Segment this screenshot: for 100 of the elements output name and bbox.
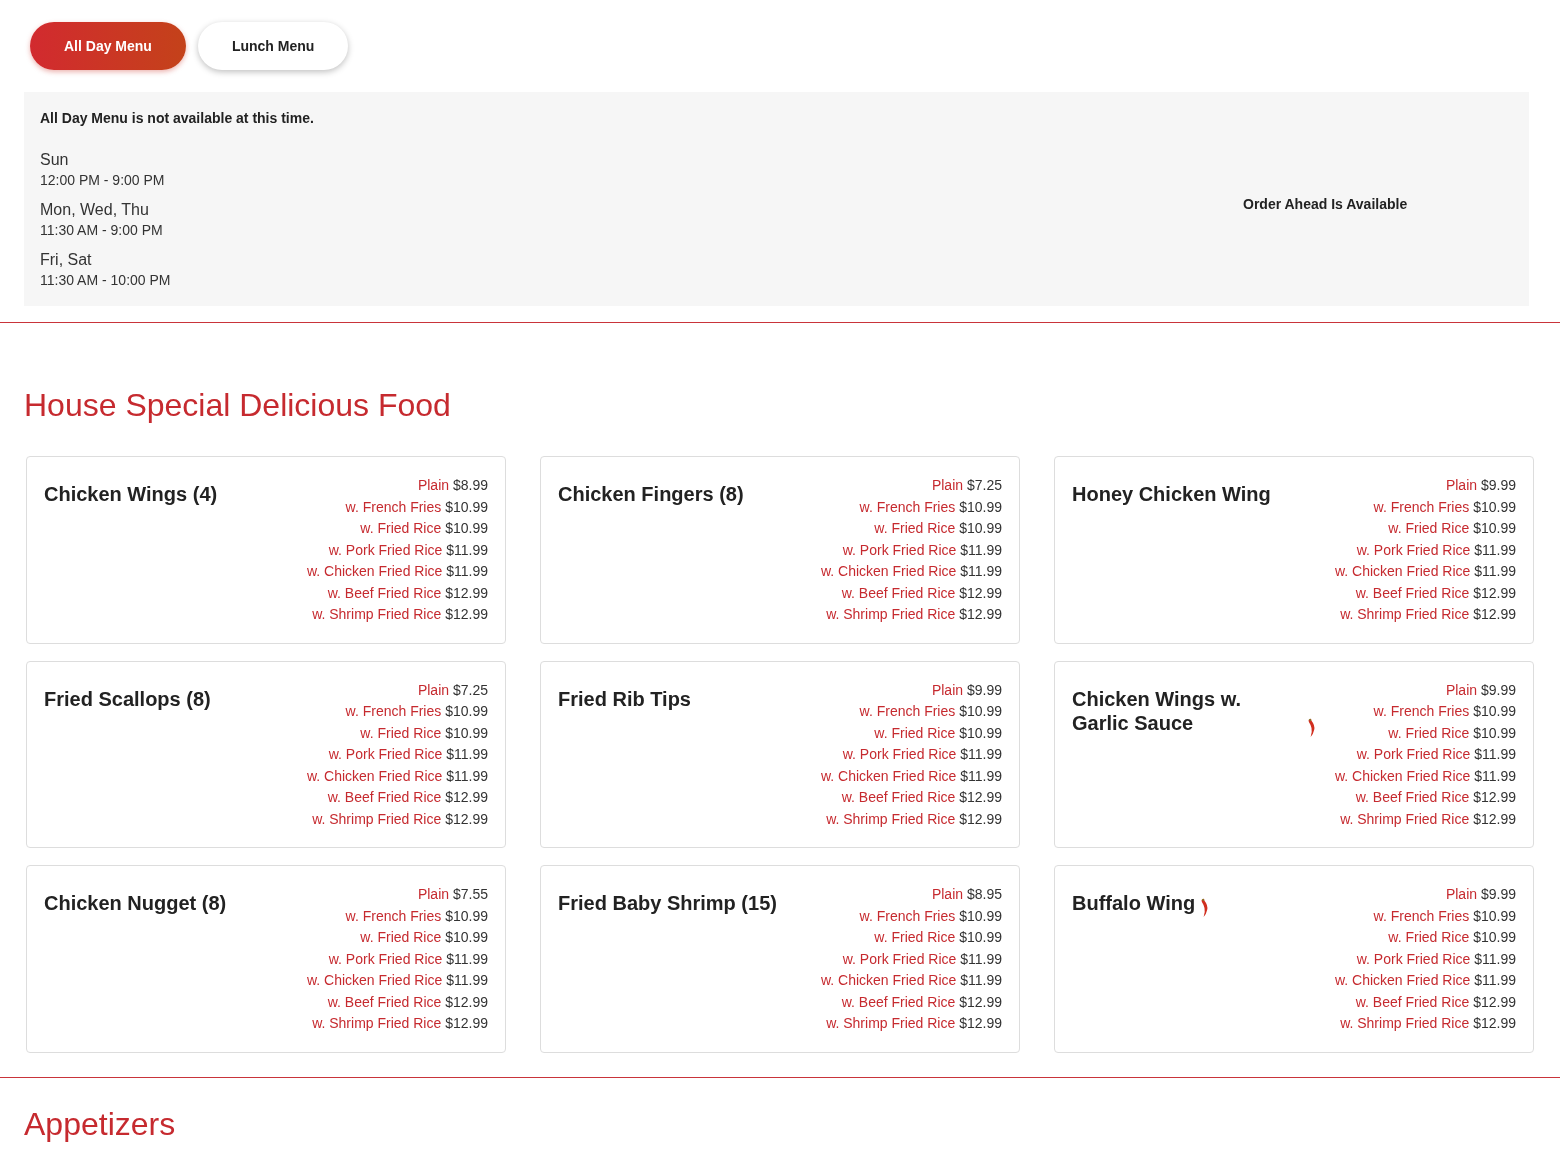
price-amount: $12.99 — [959, 606, 1002, 622]
chili-pepper-icon — [1307, 716, 1316, 739]
hours-time: 12:00 PM - 9:00 PM — [40, 172, 166, 188]
price-amount: $9.99 — [966, 681, 1002, 698]
menu-item-card[interactable]: Honey Chicken Wing Plain $9.99 w. French Fries $10.99 w. Fried Rice $10.99 w. Pork Fried Rice $11.99 w. Chicken Fried Rice $11.99 w. Beef Fried Rice $12.99 w. Shrimp Fried Rice $12.99 — [1054, 456, 1534, 644]
price-amount: $11.99 — [960, 541, 1002, 558]
price-option: w. Shrimp Fried Rice — [312, 606, 442, 622]
menu-item-card[interactable]: Chicken Nugget (8) Plain $7.55 w. French Fries $10.99 w. Fried Rice $10.99 w. Pork Fried Rice $11.99 w. Chicken Fried Rice $11.99 w. Beef Fried Rice $12.99 w. Shrimp Fried Rice $12.99 — [26, 865, 506, 1053]
price-amount: $10.99 — [445, 929, 488, 945]
item-name: Buffalo Wing — [1072, 891, 1196, 915]
price-option: w. Shrimp Fried Rice — [826, 606, 956, 622]
price-option: w. Shrimp Fried Rice — [826, 810, 956, 827]
chili-pepper-icon — [1200, 897, 1210, 919]
hours-days: Fri, Sat — [40, 250, 1243, 270]
price-amount: $11.99 — [960, 767, 1002, 784]
item-name: Fried Baby Shrimp (15) — [558, 891, 777, 915]
price-amount: $7.55 — [452, 886, 488, 902]
price-option: w. Fried Rice — [1388, 724, 1470, 741]
price-amount: $8.95 — [966, 886, 1002, 902]
price-amount: $9.99 — [1480, 886, 1516, 902]
item-name: Chicken Wings w. Garlic Sauce — [1072, 686, 1243, 735]
price-amount: $11.99 — [446, 746, 488, 762]
menu-item-card[interactable]: Chicken Wings w. Garlic Sauce Plain $9.99 w. French Fries $10.99 w. Fried Rice $10.99 w. Pork Fried Rice $11.99 w. Chicken Fried Rice $11.99 w. Beef Fried Rice $12.99 w. Shrimp Fried Rice $12.99 — [1054, 660, 1534, 848]
price-amount: $11.99 — [960, 950, 1002, 967]
price-option: w. Pork Fried Rice — [842, 541, 957, 558]
price-amount: $11.99 — [960, 563, 1002, 579]
price-amount: $12.99 — [445, 584, 488, 601]
section-heading: House Special Delicious Food — [24, 387, 452, 424]
item-name: Chicken Nugget (8) — [44, 891, 227, 915]
price-amount: $12.99 — [445, 810, 488, 827]
price-amount: $10.99 — [959, 907, 1002, 924]
price-amount: $12.99 — [959, 1015, 1002, 1031]
price-option: w. Chicken Fried Rice — [1334, 767, 1471, 784]
availability-notice: All Day Menu is not available at this time. — [40, 110, 315, 126]
price-amount: $12.99 — [1473, 993, 1516, 1010]
price-option: w. Shrimp Fried Rice — [312, 1015, 442, 1031]
price-option: w. Beef Fried Rice — [841, 584, 956, 601]
price-option: w. Beef Fried Rice — [327, 993, 442, 1010]
price-amount: $7.25 — [966, 477, 1002, 493]
price-option: Plain — [417, 886, 450, 902]
price-option: Plain — [1445, 886, 1478, 902]
price-option: w. Shrimp Fried Rice — [1340, 606, 1470, 622]
price-amount: $10.99 — [445, 703, 488, 719]
price-amount: $12.99 — [959, 993, 1002, 1010]
menu-tab[interactable]: Lunch Menu — [197, 22, 349, 70]
item-name: Chicken Fingers (8) — [558, 482, 744, 506]
price-amount: $12.99 — [445, 606, 488, 622]
price-amount: $11.99 — [1474, 746, 1516, 762]
menu-tab[interactable]: All Day Menu — [30, 22, 186, 70]
price-option: Plain — [931, 681, 964, 698]
price-amount: $12.99 — [1473, 789, 1516, 805]
price-option: w. Beef Fried Rice — [841, 993, 956, 1010]
price-amount: $10.99 — [959, 929, 1002, 945]
price-amount: $12.99 — [959, 810, 1002, 827]
price-option: w. Pork Fried Rice — [328, 541, 443, 558]
price-amount: $10.99 — [959, 520, 1002, 536]
hours-time: 11:30 AM - 10:00 PM — [40, 272, 172, 288]
price-amount: $12.99 — [1473, 584, 1516, 601]
price-option: w. Fried Rice — [360, 929, 442, 945]
price-option: w. Beef Fried Rice — [327, 789, 442, 805]
menu-item-card[interactable]: Fried Scallops (8) Plain $7.25 w. French Fries $10.99 w. Fried Rice $10.99 w. Pork Fried Rice $11.99 w. Chicken Fried Rice $11.99 w. Beef Fried Rice $12.99 w. Shrimp Fried Rice $12.99 — [26, 660, 506, 848]
price-option: w. Pork Fried Rice — [1356, 950, 1471, 967]
menu-item-card[interactable]: Buffalo Wing Plain $9.99 w. French Fries $10.99 w. Fried Rice $10.99 w. Pork Fried Rice $11.99 w. Chicken Fried Rice $11.99 w. Beef Fried Rice $12.99 w. Shrimp Fried Rice $12.99 — [1054, 865, 1534, 1053]
price-amount: $10.99 — [445, 520, 488, 536]
price-option: Plain — [931, 477, 964, 493]
price-amount: $10.99 — [1473, 907, 1516, 924]
price-amount: $11.99 — [446, 972, 488, 988]
price-amount: $8.99 — [452, 477, 488, 493]
price-option: w. French Fries — [859, 907, 956, 924]
hours-time: 11:30 AM - 9:00 PM — [40, 222, 164, 238]
price-amount: $12.99 — [1473, 1015, 1516, 1031]
price-amount: $11.99 — [960, 972, 1002, 988]
price-option: Plain — [931, 886, 964, 902]
price-amount: $10.99 — [445, 907, 488, 924]
price-option: w. Fried Rice — [874, 520, 956, 536]
price-option: w. Fried Rice — [874, 929, 956, 945]
price-option: w. French Fries — [345, 703, 442, 719]
price-amount: $10.99 — [1473, 703, 1516, 719]
menu-item-card[interactable]: Fried Rib Tips Plain $9.99 w. French Fries $10.99 w. Fried Rice $10.99 w. Pork Fried Rice $11.99 w. Chicken Fried Rice $11.99 w. Beef Fried Rice $12.99 w. Shrimp Fried Rice $12.99 — [540, 660, 1020, 848]
price-option: w. Beef Fried Rice — [841, 789, 956, 805]
price-option: w. Pork Fried Rice — [328, 950, 443, 967]
price-option: w. Chicken Fried Rice — [306, 972, 443, 988]
price-option: Plain — [1445, 681, 1478, 698]
price-option: w. Beef Fried Rice — [327, 584, 442, 601]
item-name: Fried Scallops (8) — [44, 686, 211, 711]
price-amount: $10.99 — [1473, 929, 1516, 945]
price-amount: $12.99 — [959, 584, 1002, 601]
menu-item-card[interactable]: Chicken Fingers (8) Plain $7.25 w. French Fries $10.99 w. Fried Rice $10.99 w. Pork Fried Rice $11.99 w. Chicken Fried Rice $11.99 w. Beef Fried Rice $12.99 w. Shrimp Fried Rice $12.99 — [540, 456, 1020, 644]
price-option: w. Chicken Fried Rice — [820, 972, 957, 988]
price-amount: $11.99 — [446, 541, 488, 558]
price-option: w. Shrimp Fried Rice — [312, 810, 442, 827]
price-option: w. Shrimp Fried Rice — [826, 1015, 956, 1031]
price-option: w. French Fries — [1373, 703, 1470, 719]
price-amount: $11.99 — [446, 950, 488, 967]
price-amount: $12.99 — [1473, 810, 1516, 827]
price-option: w. Shrimp Fried Rice — [1340, 810, 1470, 827]
price-amount: $11.99 — [1474, 950, 1516, 967]
menu-item-card[interactable]: Chicken Wings (4) Plain $8.99 w. French Fries $10.99 w. Fried Rice $10.99 w. Pork Fried Rice $11.99 w. Chicken Fried Rice $11.99 w. Beef Fried Rice $12.99 w. Shrimp Fried Rice $12.99 — [26, 456, 506, 644]
menu-item-card[interactable]: Fried Baby Shrimp (15) Plain $8.95 w. French Fries $10.99 w. Fried Rice $10.99 w. Pork Fried Rice $11.99 w. Chicken Fried Rice $11.99 w. Beef Fried Rice $12.99 w. Shrimp Fried Rice $12.99 — [540, 865, 1020, 1053]
item-name: Fried Rib Tips — [558, 686, 691, 711]
